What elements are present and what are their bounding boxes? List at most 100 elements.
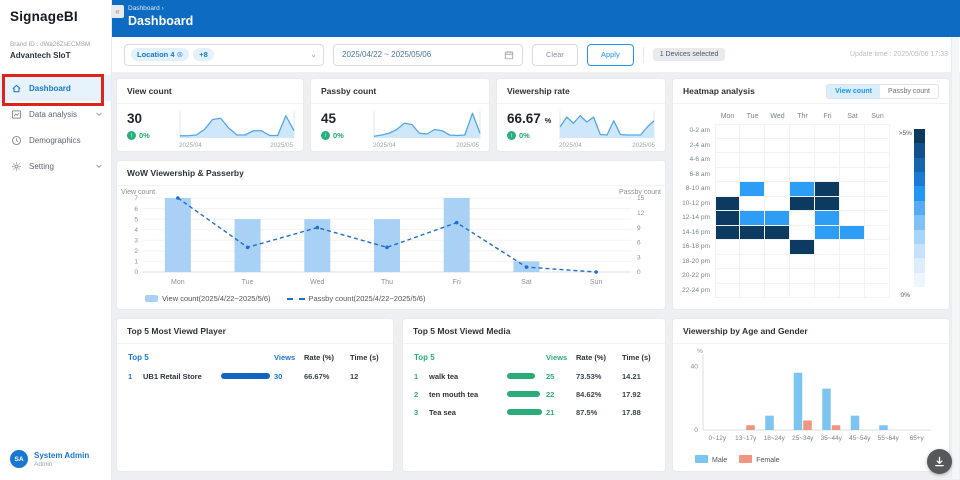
heatmap-corner: [679, 109, 715, 124]
heatmap-grid: MonTueWedThrFriSatSun0-2 am2-4 am4-6 am6…: [679, 109, 890, 298]
svg-text:2: 2: [134, 248, 138, 255]
heatmap-cell: [840, 255, 865, 270]
svg-text:Fri: Fri: [453, 279, 462, 286]
heatmap-cell: [815, 197, 840, 212]
heatmap-hour-label: 4-6 am: [679, 153, 715, 168]
table-row: 1walk tea2573.53%14.21: [414, 367, 654, 385]
heatmap-cell: [715, 153, 740, 168]
heatmap-cell: [765, 168, 790, 183]
heatmap-cell: [740, 168, 765, 183]
heatmap-cell: [740, 182, 765, 197]
card-title: WoW Viewership & Passerby: [117, 161, 665, 186]
heatmap-cell: [815, 124, 840, 139]
sidebar-item-data-analysis[interactable]: Data analysis: [0, 101, 111, 127]
heatmap-analysis-card: Heatmap analysis View count Passby count…: [672, 78, 950, 310]
breadcrumb[interactable]: Dashboard ›: [128, 5, 944, 12]
heatmap-cell: [765, 255, 790, 270]
heatmap-cell: [840, 240, 865, 255]
wow-legend: View count(2025/4/22~2025/5/6) Passby co…: [117, 290, 665, 307]
devices-selected-badge: 1 Devices selected: [653, 48, 726, 61]
kpi-value: 45: [321, 111, 365, 126]
sidebar-item-dashboard[interactable]: Dashboard: [0, 75, 111, 101]
heatmap-cell: [815, 255, 840, 270]
card-title: Top 5 Most Viewd Player: [117, 319, 393, 344]
svg-text:65+y: 65+y: [910, 435, 925, 442]
table-row: 2ten mouth tea2284.62%17.92: [414, 385, 654, 403]
home-icon: [11, 83, 22, 94]
location-tag[interactable]: Location 4⊗: [131, 48, 189, 61]
svg-text:9: 9: [637, 225, 641, 232]
table-row: 3Tea sea2187.5%17.88: [414, 403, 654, 421]
svg-text:25~34y: 25~34y: [792, 435, 814, 442]
heatmap-cell: [790, 211, 815, 226]
heatmap-cell: [740, 269, 765, 284]
legend-step: [914, 215, 925, 229]
svg-text:Sun: Sun: [590, 279, 603, 286]
legend-step: [914, 244, 925, 258]
svg-text:6: 6: [134, 206, 138, 213]
heatmap-cell: [740, 211, 765, 226]
heatmap-cell: [765, 211, 790, 226]
toggle-view-count[interactable]: View count: [827, 85, 880, 98]
card-title: Heatmap analysis: [683, 86, 755, 96]
download-button[interactable]: [927, 449, 952, 474]
location-select[interactable]: Location 4⊗ +8 ⌄: [124, 44, 324, 66]
date-range-input[interactable]: 2025/04/22 ~ 2025/05/06: [333, 44, 523, 66]
heatmap-cell: [740, 226, 765, 241]
legend-step: [914, 143, 925, 157]
chart-icon: [11, 109, 22, 120]
apply-button[interactable]: Apply: [587, 44, 634, 66]
heatmap-cell: [815, 139, 840, 154]
sidebar-collapse-button[interactable]: «: [111, 5, 124, 18]
user-name: System Admin: [34, 451, 89, 460]
heatmap-cell: [865, 197, 890, 212]
heatmap-cell: [715, 211, 740, 226]
wow-chart: View count Passby count 0123456703691215…: [117, 186, 665, 290]
more-locations-tag[interactable]: +8: [193, 48, 214, 61]
heatmap-cell: [765, 197, 790, 212]
heatmap-day-label: Wed: [765, 109, 790, 124]
heatmap-cell: [715, 284, 740, 299]
legend-step: [914, 230, 925, 244]
legend-step: [914, 258, 925, 272]
heatmap-cell: [740, 139, 765, 154]
kpi-delta: ↑0%: [127, 131, 171, 140]
remove-tag-icon[interactable]: ⊗: [177, 50, 184, 59]
heatmap-cell: [715, 269, 740, 284]
column-header-top5: Top 5: [128, 353, 270, 362]
toggle-passby-count[interactable]: Passby count: [880, 85, 938, 98]
legend-item-female: Female: [739, 455, 779, 464]
column-header-views: Views: [546, 353, 572, 362]
sidebar-item-setting[interactable]: Setting: [0, 153, 111, 179]
heatmap-hour-label: 20-22 pm: [679, 269, 715, 284]
svg-text:4: 4: [134, 227, 138, 234]
heatmap-cell: [790, 284, 815, 299]
clear-button[interactable]: Clear: [532, 44, 578, 66]
svg-text:7: 7: [134, 195, 138, 202]
heatmap-cell: [765, 284, 790, 299]
legend-step: [914, 158, 925, 172]
heatmap-cell: [840, 226, 865, 241]
svg-text:13~17y: 13~17y: [735, 435, 757, 442]
user-role: Admin: [34, 461, 89, 468]
sidebar-item-demographics[interactable]: Demographics: [0, 127, 111, 153]
scrollbar[interactable]: [951, 37, 959, 479]
heatmap-day-label: Sun: [865, 109, 890, 124]
rank-bar: [221, 373, 270, 379]
chevron-down-icon: [95, 162, 103, 170]
date-range-value: 2025/04/22 ~ 2025/05/06: [342, 50, 431, 59]
heatmap-cell: [765, 240, 790, 255]
heatmap-cell: [740, 124, 765, 139]
heatmap-cell: [840, 211, 865, 226]
heatmap-cell: [865, 240, 890, 255]
kpi-delta: ↑0%: [321, 131, 365, 140]
heatmap-hour-label: 2-4 am: [679, 139, 715, 154]
heatmap-cell: [765, 139, 790, 154]
heatmap-hour-label: 14-16 pm: [679, 226, 715, 241]
legend-step: [914, 129, 925, 143]
svg-text:40: 40: [690, 364, 698, 371]
heatmap-cell: [790, 240, 815, 255]
user-profile[interactable]: SA System Admin Admin: [10, 450, 89, 468]
calendar-icon[interactable]: [504, 50, 514, 60]
heatmap-day-label: Mon: [715, 109, 740, 124]
